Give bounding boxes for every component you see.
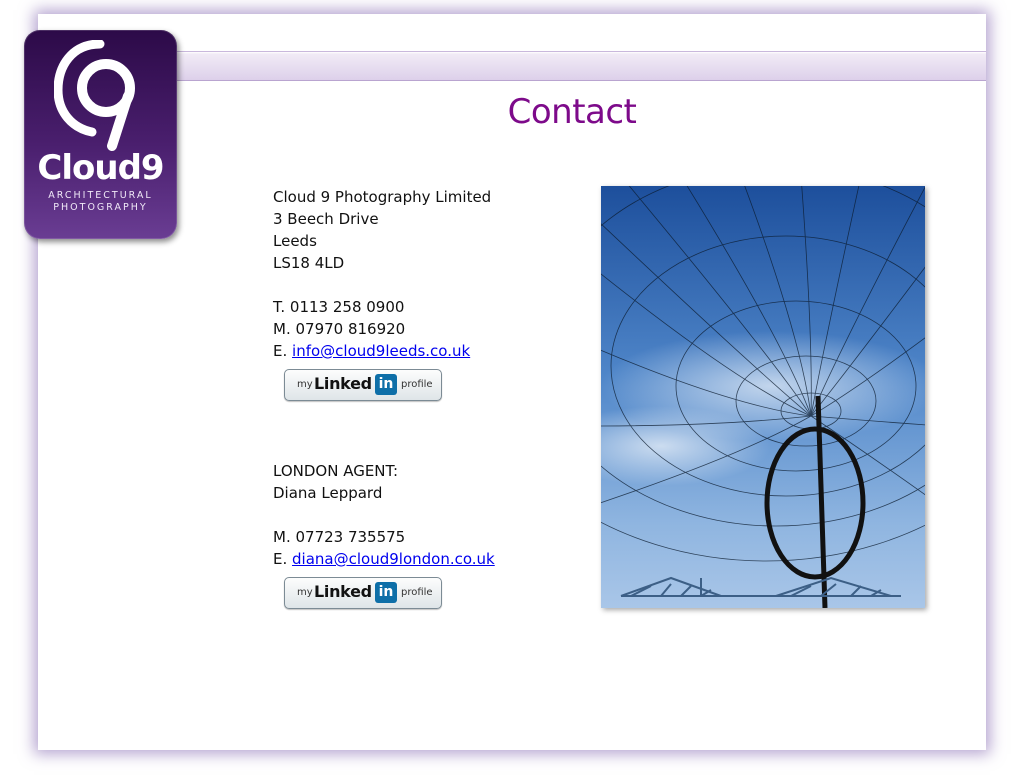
logo-subtitle-line1: ARCHITECTURAL xyxy=(48,190,153,201)
company-name: Cloud 9 Photography Limited xyxy=(273,188,492,206)
cloud9-logo[interactable]: Cloud9 ARCHITECTURAL PHOTOGRAPHY xyxy=(24,30,177,239)
linkedin-in-icon: in xyxy=(375,582,397,603)
linkedin-profile-button[interactable]: my Linked in profile xyxy=(284,369,442,401)
nav-band xyxy=(38,51,986,81)
address-line-2: Leeds xyxy=(273,232,317,250)
logo-wordmark: Cloud9 xyxy=(37,148,164,188)
linkedin-linked-text: Linked xyxy=(314,582,372,601)
linkedin-in-icon: in xyxy=(375,374,397,395)
london-linkedin-profile-button[interactable]: my Linked in profile xyxy=(284,577,442,609)
cloud9-logo-mark-icon xyxy=(54,40,135,151)
mobile-number: M. 07970 816920 xyxy=(273,320,406,338)
logo-subtitle-line2: PHOTOGRAPHY xyxy=(53,202,148,213)
linkedin-linked-text: Linked xyxy=(314,374,372,393)
email-prefix: E. xyxy=(273,342,288,360)
london-email-prefix: E. xyxy=(273,550,288,568)
linkedin-profile-text: profile xyxy=(401,379,433,390)
london-email-row: E. diana@cloud9london.co.uk xyxy=(273,548,573,570)
architecture-photo xyxy=(601,186,925,608)
address-line-1: 3 Beech Drive xyxy=(273,210,379,228)
london-agent-heading: LONDON AGENT: xyxy=(273,462,399,480)
london-mobile-number: M. 07723 735575 xyxy=(273,528,406,546)
phone-number: T. 0113 258 0900 xyxy=(273,298,405,316)
email-link[interactable]: info@cloud9leeds.co.uk xyxy=(292,342,470,360)
page-title: Contact xyxy=(507,92,637,132)
sculpture-net-image xyxy=(601,186,925,608)
london-email-link[interactable]: diana@cloud9london.co.uk xyxy=(292,550,495,568)
address-postcode: LS18 4LD xyxy=(273,254,345,272)
linkedin-my-text: my xyxy=(297,379,313,390)
linkedin-profile-text: profile xyxy=(401,587,433,598)
linkedin-my-text: my xyxy=(297,587,313,598)
contact-details: Cloud 9 Photography Limited 3 Beech Driv… xyxy=(273,186,573,613)
london-agent-name: Diana Leppard xyxy=(273,484,383,502)
email-row: E. info@cloud9leeds.co.uk xyxy=(273,340,573,362)
